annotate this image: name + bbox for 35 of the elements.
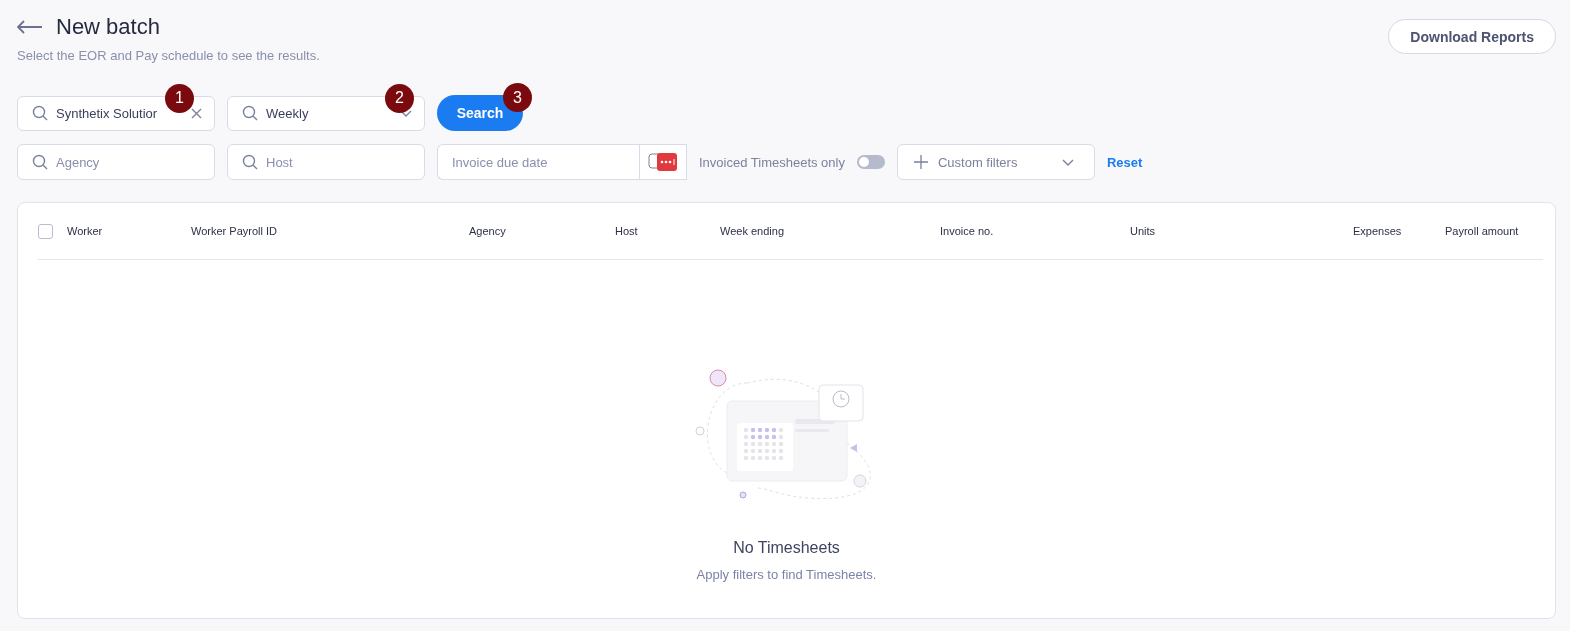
column-header: Agency bbox=[469, 225, 507, 237]
host-search-field[interactable]: Host bbox=[227, 144, 425, 180]
column-header: Worker Payroll ID bbox=[191, 225, 278, 237]
column-header: Invoice no. bbox=[940, 225, 995, 237]
invoiced-only-label: Invoiced Timesheets only bbox=[699, 154, 845, 170]
invoiced-only-toggle[interactable] bbox=[856, 155, 885, 169]
step-number-badge: 2 bbox=[385, 83, 414, 113]
empty-state-title: No Timesheets bbox=[733, 539, 840, 557]
column-header: Host bbox=[615, 225, 639, 237]
page-title: New batch bbox=[56, 14, 160, 40]
empty-state-message: Apply filters to find Timesheets. bbox=[696, 567, 877, 582]
reset-link[interactable]: Reset bbox=[1106, 154, 1143, 170]
search-icon bbox=[242, 105, 258, 121]
select-all-checkbox[interactable] bbox=[38, 223, 53, 239]
search-icon bbox=[32, 154, 48, 170]
plus-icon bbox=[913, 155, 928, 169]
custom-filters-dropdown[interactable]: Custom filters bbox=[896, 144, 1095, 180]
agency-search-field[interactable]: Agency bbox=[17, 144, 215, 180]
clear-icon[interactable] bbox=[191, 107, 202, 119]
back-arrow-icon[interactable] bbox=[17, 20, 43, 34]
page-subtitle: Select the EOR and Pay schedule to see the results. bbox=[17, 48, 320, 63]
step-number-badge: 1 bbox=[165, 83, 194, 113]
search-icon bbox=[242, 154, 258, 170]
column-header: Worker bbox=[67, 225, 104, 237]
column-header: Expenses bbox=[1353, 225, 1403, 237]
calendar-icon bbox=[648, 151, 678, 173]
search-icon bbox=[32, 105, 48, 121]
download-reports-button[interactable]: Download Reports bbox=[1388, 19, 1556, 54]
calendar-button[interactable] bbox=[639, 144, 687, 180]
column-header: Payroll amount bbox=[1445, 225, 1520, 237]
column-header: Week ending bbox=[720, 225, 785, 237]
invoice-due-date-field[interactable]: Invoice due date bbox=[437, 144, 639, 180]
column-header: Units bbox=[1130, 225, 1157, 237]
chevron-down-icon bbox=[1061, 158, 1074, 166]
step-number-badge: 3 bbox=[503, 83, 532, 112]
